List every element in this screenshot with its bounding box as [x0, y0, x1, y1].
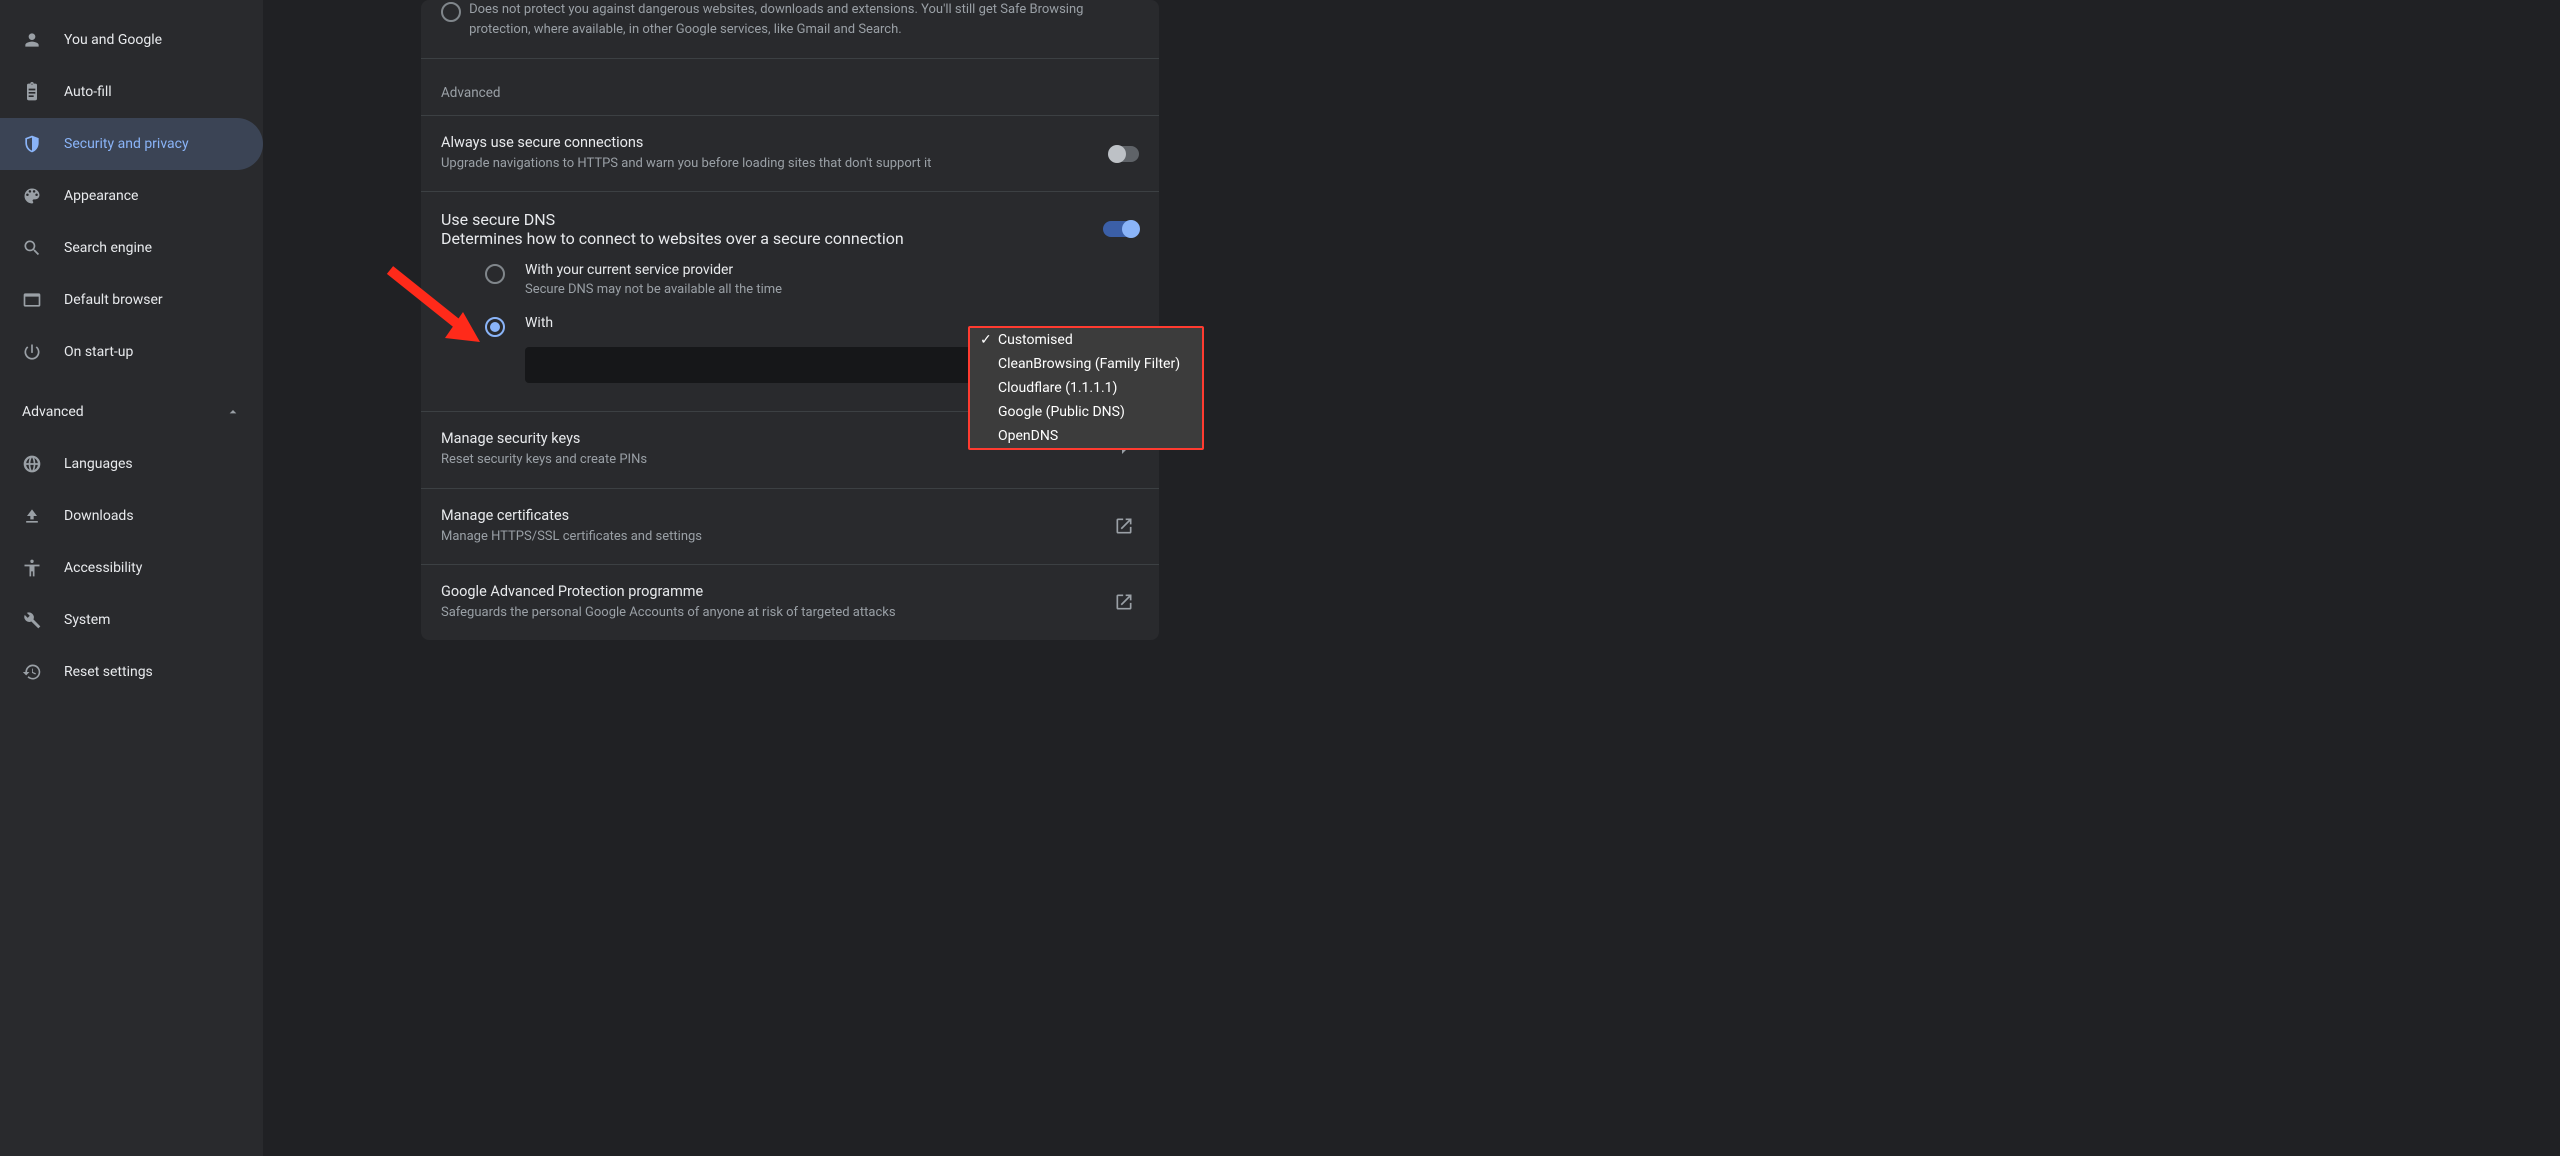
- no-protection-desc: Does not protect you against dangerous w…: [469, 0, 1139, 40]
- settings-sidebar: You and Google Auto-fill Security and pr…: [0, 0, 263, 1156]
- globe-icon: [22, 454, 42, 474]
- restore-icon: [22, 662, 42, 682]
- clipboard-icon: [22, 82, 42, 102]
- dns-provider-dropdown[interactable]: ✓Customised CleanBrowsing (Family Filter…: [968, 326, 1204, 450]
- sidebar-item-search-engine[interactable]: Search engine: [0, 222, 263, 274]
- sidebar-item-label: Auto-fill: [64, 84, 112, 100]
- sidebar-item-label: Reset settings: [64, 664, 153, 680]
- accessibility-icon: [22, 558, 42, 578]
- secure-dns-sub: Determines how to connect to websites ov…: [441, 229, 904, 248]
- dns-opt1-sub: Secure DNS may not be available all the …: [525, 282, 782, 297]
- search-icon: [22, 238, 42, 258]
- chevron-up-icon: [225, 404, 241, 420]
- dropdown-item-cloudflare[interactable]: Cloudflare (1.1.1.1): [970, 376, 1202, 400]
- sidebar-advanced-toggle[interactable]: Advanced: [0, 386, 263, 438]
- row-manage-certificates[interactable]: Manage certificates Manage HTTPS/SSL cer…: [421, 489, 1159, 565]
- sec-keys-title: Manage security keys: [441, 430, 647, 447]
- secure-conn-sub: Upgrade navigations to HTTPS and warn yo…: [441, 155, 931, 173]
- sidebar-item-languages[interactable]: Languages: [0, 438, 263, 490]
- main-panel: Does not protect you against dangerous w…: [263, 0, 2560, 1156]
- wrench-icon: [22, 610, 42, 630]
- sidebar-item-system[interactable]: System: [0, 594, 263, 646]
- dropdown-item-customised[interactable]: ✓Customised: [970, 328, 1202, 352]
- person-icon: [22, 30, 42, 50]
- sidebar-item-label: Default browser: [64, 292, 163, 308]
- browser-icon: [22, 290, 42, 310]
- row-secure-connections[interactable]: Always use secure connections Upgrade na…: [421, 115, 1159, 192]
- dns-option-current-provider[interactable]: With your current service provider Secur…: [485, 262, 1139, 297]
- sidebar-item-appearance[interactable]: Appearance: [0, 170, 263, 222]
- sidebar-item-label: Accessibility: [64, 560, 142, 576]
- radio-current-provider[interactable]: [485, 264, 505, 284]
- settings-card: Does not protect you against dangerous w…: [421, 0, 1159, 640]
- sidebar-item-default-browser[interactable]: Default browser: [0, 274, 263, 326]
- secure-dns-title: Use secure DNS: [441, 210, 904, 229]
- sidebar-item-label: You and Google: [64, 32, 162, 48]
- sidebar-item-downloads[interactable]: Downloads: [0, 490, 263, 542]
- row-advanced-protection[interactable]: Google Advanced Protection programme Saf…: [421, 565, 1159, 640]
- toggle-secure-connections[interactable]: [1109, 146, 1139, 162]
- advanced-section-label: Advanced: [421, 59, 1159, 115]
- sidebar-item-accessibility[interactable]: Accessibility: [0, 542, 263, 594]
- sidebar-item-label: Search engine: [64, 240, 152, 256]
- dropdown-item-google[interactable]: Google (Public DNS): [970, 400, 1202, 424]
- dns-opt2-title: With: [525, 315, 553, 331]
- sidebar-item-label: Appearance: [64, 188, 138, 204]
- sidebar-item-you-and-google[interactable]: You and Google: [0, 14, 263, 66]
- dropdown-item-cleanbrowsing[interactable]: CleanBrowsing (Family Filter): [970, 352, 1202, 376]
- checkmark-icon: ✓: [980, 332, 998, 348]
- open-external-icon: [1109, 516, 1139, 536]
- sidebar-item-on-startup[interactable]: On start-up: [0, 326, 263, 378]
- settings-content: Does not protect you against dangerous w…: [421, 0, 1159, 1156]
- sidebar-item-label: System: [64, 612, 110, 628]
- app-root: You and Google Auto-fill Security and pr…: [0, 0, 2560, 1156]
- dropdown-item-opendns[interactable]: OpenDNS: [970, 424, 1202, 448]
- sidebar-item-reset[interactable]: Reset settings: [0, 646, 263, 698]
- palette-icon: [22, 186, 42, 206]
- sidebar-item-label: Security and privacy: [64, 136, 189, 152]
- toggle-secure-dns[interactable]: [1103, 221, 1139, 237]
- radio-no-protection[interactable]: [441, 2, 461, 22]
- secure-conn-title: Always use secure connections: [441, 134, 931, 151]
- sidebar-item-label: Languages: [64, 456, 133, 472]
- gapp-sub: Safeguards the personal Google Accounts …: [441, 604, 896, 622]
- power-icon: [22, 342, 42, 362]
- gapp-title: Google Advanced Protection programme: [441, 583, 896, 600]
- certs-sub: Manage HTTPS/SSL certificates and settin…: [441, 528, 702, 546]
- no-protection-option-row: Does not protect you against dangerous w…: [421, 0, 1159, 59]
- sec-keys-sub: Reset security keys and create PINs: [441, 451, 647, 469]
- download-icon: [22, 506, 42, 526]
- sidebar-item-autofill[interactable]: Auto-fill: [0, 66, 263, 118]
- open-external-icon: [1109, 592, 1139, 612]
- certs-title: Manage certificates: [441, 507, 702, 524]
- sidebar-advanced-label: Advanced: [22, 404, 84, 420]
- sidebar-item-label: Downloads: [64, 508, 134, 524]
- radio-with-custom[interactable]: [485, 317, 505, 337]
- sidebar-item-security[interactable]: Security and privacy: [0, 118, 263, 170]
- sidebar-item-label: On start-up: [64, 344, 133, 360]
- shield-icon: [22, 134, 42, 154]
- dns-opt1-title: With your current service provider: [525, 262, 782, 278]
